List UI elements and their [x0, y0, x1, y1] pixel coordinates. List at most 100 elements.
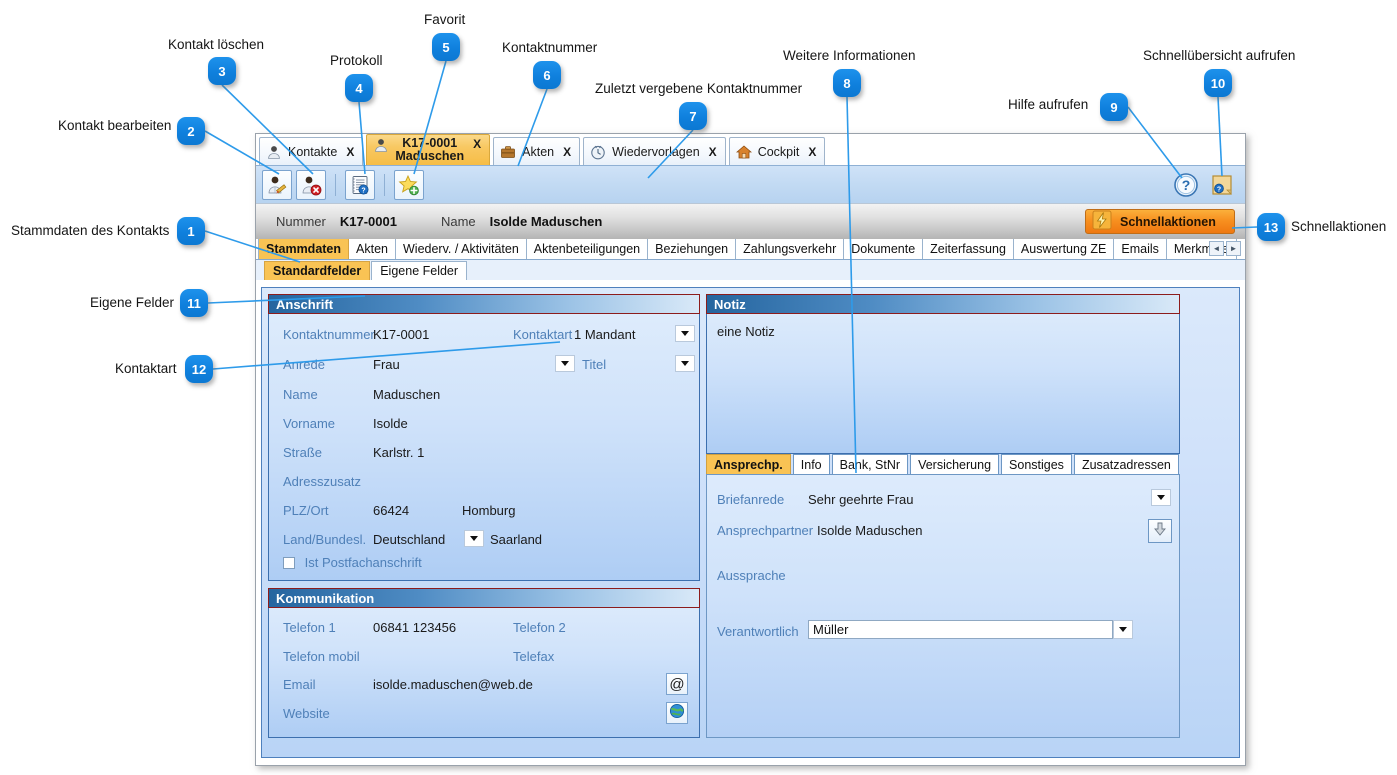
- callout-label-11: Eigene Felder: [90, 295, 175, 310]
- document-tab-bar: Kontakte X K17-0001 Maduschen X Akten X Wiederv…: [256, 134, 1245, 165]
- toolbar-right-group: ? ?: [1171, 170, 1237, 200]
- nav-tab-stammdaten[interactable]: Stammdaten: [258, 239, 350, 259]
- detail-tab-versicherung[interactable]: Versicherung: [910, 454, 1000, 474]
- kontaktart-dropdown[interactable]: [675, 325, 695, 342]
- bundesland-value: Saarland: [490, 532, 543, 547]
- favorite-button[interactable]: [394, 169, 424, 200]
- sub-tab-eigene-felder[interactable]: Eigene Felder: [371, 261, 468, 280]
- nav-tab-zahlungsverkehr[interactable]: Zahlungsverkehr: [736, 239, 845, 259]
- help-button[interactable]: ?: [1171, 170, 1201, 200]
- close-icon[interactable]: X: [709, 145, 717, 159]
- detail-tab-bar: Ansprechp. Info Bank, StNr Versicherung Sons…: [706, 454, 1181, 474]
- verantwortlich-input[interactable]: Müller: [808, 620, 1113, 639]
- telefax-label: Telefax: [513, 649, 555, 664]
- anschrift-panel-title: Anschrift: [268, 294, 700, 314]
- document-tab-label: K17-0001 Maduschen: [395, 136, 465, 163]
- close-icon[interactable]: X: [808, 145, 816, 159]
- name-label: Name: [440, 214, 476, 229]
- document-tab-k17-0001[interactable]: K17-0001 Maduschen X: [366, 134, 491, 165]
- callout-label-4: Protokoll: [330, 53, 383, 68]
- website-open-button[interactable]: [666, 702, 688, 724]
- email-send-button[interactable]: @: [666, 673, 688, 695]
- quick-overview-button[interactable]: ?: [1207, 170, 1237, 200]
- ansprechpartner-transfer-button[interactable]: [1148, 519, 1172, 543]
- name-value: Isolde Maduschen: [489, 214, 603, 229]
- document-tab-kontakte[interactable]: Kontakte X: [259, 137, 364, 165]
- ansprechpartner-label: Ansprechpartner: [717, 523, 814, 538]
- nav-tab-aktenbeteiligungen[interactable]: Aktenbeteiligungen: [526, 239, 649, 259]
- kommunikation-panel: Kommunikation Telefon 1 06841 123456 Tel…: [268, 588, 700, 738]
- callout-label-1: Stammdaten des Kontakts: [11, 223, 170, 238]
- nav-tab-auswertung-ze[interactable]: Auswertung ZE: [1013, 239, 1115, 259]
- anrede-dropdown[interactable]: [555, 355, 575, 372]
- ort-value: Homburg: [462, 503, 516, 518]
- briefanrede-label: Briefanrede: [717, 492, 785, 507]
- number-value: K17-0001: [339, 214, 397, 229]
- adresszusatz-label: Adresszusatz: [283, 474, 362, 489]
- detail-tab-bank-stnr[interactable]: Bank, StNr: [831, 454, 909, 474]
- website-label: Website: [283, 706, 330, 721]
- nav-tab-dokumente[interactable]: Dokumente: [844, 239, 924, 259]
- chevron-down-icon: [681, 331, 689, 336]
- callout-label-13: Schnellaktionen: [1291, 219, 1387, 234]
- nav-tab-zeiterfassung[interactable]: Zeiterfassung: [923, 239, 1014, 259]
- notiz-text[interactable]: eine Notiz: [717, 324, 775, 339]
- sub-tab-standardfelder[interactable]: Standardfelder: [264, 261, 371, 280]
- callout-badge-1: 1: [177, 217, 205, 245]
- callout-label-9: Hilfe aufrufen: [1008, 97, 1089, 112]
- briefcase-icon: [500, 144, 516, 160]
- postfach-checkbox-row[interactable]: Ist Postfachanschrift: [283, 555, 422, 570]
- document-tab-cockpit[interactable]: Cockpit X: [728, 137, 826, 165]
- document-tab-wiedervorlagen[interactable]: Wiedervorlagen X: [583, 137, 726, 165]
- quick-actions-button[interactable]: Schnellaktionen: [1085, 209, 1235, 234]
- edit-contact-button[interactable]: [262, 169, 292, 200]
- close-icon[interactable]: X: [346, 145, 354, 159]
- briefanrede-dropdown[interactable]: [1151, 489, 1171, 506]
- callout-badge-6: 6: [533, 61, 561, 89]
- kontaktnummer-label: Kontaktnummer: [283, 327, 375, 342]
- nav-tab-akten[interactable]: Akten: [349, 239, 396, 259]
- titel-label: Titel: [582, 357, 607, 372]
- callout-badge-4: 4: [345, 74, 373, 102]
- detail-tab-zusatzadressen[interactable]: Zusatzadressen: [1073, 454, 1179, 474]
- callout-badge-9: 9: [1100, 93, 1128, 121]
- application-window: Kontakte X K17-0001 Maduschen X Akten X Wiederv…: [255, 133, 1246, 766]
- strasse-label: Straße: [283, 445, 323, 460]
- nav-tab-beziehungen[interactable]: Beziehungen: [648, 239, 737, 259]
- protocol-button[interactable]: ?: [345, 169, 375, 200]
- vorname-label: Vorname: [283, 416, 336, 431]
- globe-icon: [669, 703, 685, 724]
- contact-icon: [266, 144, 282, 160]
- delete-contact-button[interactable]: [296, 169, 326, 200]
- document-tab-label: Cockpit: [757, 144, 800, 159]
- nav-scroll-prev-button[interactable]: ◄: [1209, 241, 1224, 256]
- chevron-down-icon: [1157, 495, 1165, 500]
- callout-label-7: Zuletzt vergebene Kontaktnummer: [595, 81, 803, 96]
- titel-dropdown[interactable]: [675, 355, 695, 372]
- nav-scroll-next-button[interactable]: ►: [1226, 241, 1241, 256]
- verantwortlich-dropdown[interactable]: [1113, 620, 1133, 639]
- strasse-value: Karlstr. 1: [373, 445, 425, 460]
- verantwortlich-label: Verantwortlich: [717, 624, 799, 639]
- ansprechpartner-value: Isolde Maduschen: [817, 523, 923, 538]
- nav-tab-wiederv-aktivitäten[interactable]: Wiederv. / Aktivitäten: [396, 239, 527, 259]
- document-tab-akten[interactable]: Akten X: [493, 137, 581, 165]
- telefon-mobil-label: Telefon mobil: [283, 649, 360, 664]
- svg-text:?: ?: [1217, 186, 1221, 193]
- detail-tab-sonstiges[interactable]: Sonstiges: [1001, 454, 1072, 474]
- callout-label-6: Kontaktnummer: [502, 40, 598, 55]
- callout-label-10: Schnellübersicht aufrufen: [1143, 48, 1296, 63]
- chevron-down-icon: [470, 536, 478, 541]
- clock-icon: [590, 144, 606, 160]
- close-icon[interactable]: X: [563, 145, 571, 159]
- land-dropdown[interactable]: [464, 530, 484, 547]
- nav-tab-emails[interactable]: Emails: [1114, 239, 1167, 259]
- postfach-checkbox[interactable]: [283, 557, 295, 569]
- contact-icon: [373, 137, 389, 153]
- detail-tab-info[interactable]: Info: [792, 454, 830, 474]
- callout-badge-8: 8: [833, 69, 861, 97]
- kontaktart-value: 1 Mandant: [574, 327, 636, 342]
- chevron-down-icon: [1119, 627, 1127, 632]
- detail-tab-ansprechp-[interactable]: Ansprechp.: [706, 454, 791, 474]
- close-icon[interactable]: X: [473, 137, 481, 151]
